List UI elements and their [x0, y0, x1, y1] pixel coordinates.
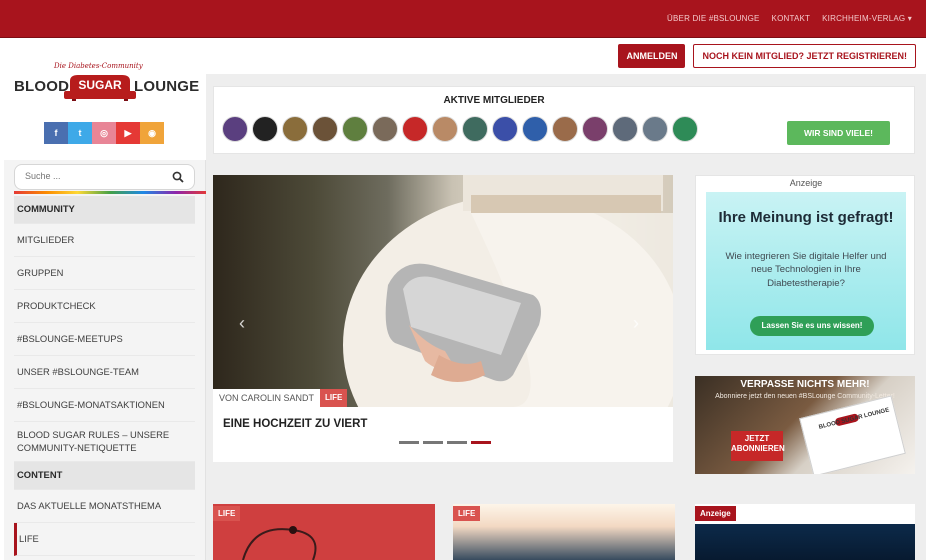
auth-buttons: ANMELDEN NOCH KEIN MITGLIED? JETZT REGIS…	[618, 44, 916, 68]
avatar[interactable]	[372, 116, 398, 142]
ad-survey-button[interactable]: Lassen Sie es uns wissen!	[750, 316, 874, 336]
avatar[interactable]	[222, 116, 248, 142]
slider-prev-arrow[interactable]: ‹	[239, 313, 255, 333]
slide-author[interactable]: VON CAROLIN SANDT	[213, 389, 321, 407]
avatar[interactable]	[672, 116, 698, 142]
slider-next-arrow[interactable]: ›	[633, 313, 649, 333]
rss-icon[interactable]: ◉	[140, 122, 164, 144]
search-box	[14, 164, 195, 190]
newsletter-card-image: BLOOD SUGAR LOUNGE	[799, 395, 906, 474]
ad-badge: Anzeige	[695, 506, 736, 521]
slide-category-badge[interactable]: LIFE	[320, 389, 348, 407]
avatar[interactable]	[252, 116, 278, 142]
sidebar-item-productcheck[interactable]: PRODUKTCHECK	[14, 290, 195, 323]
top-link-contact[interactable]: KONTAKT	[772, 14, 811, 23]
slider-dot[interactable]	[423, 441, 443, 444]
sidebar-section-content: CONTENT	[14, 462, 195, 490]
slide-image[interactable]: ‹ ›	[213, 175, 673, 407]
register-button[interactable]: NOCH KEIN MITGLIED? JETZT REGISTRIEREN!	[693, 44, 916, 68]
slide-meta: VON CAROLIN SANDT LIFE	[213, 389, 348, 407]
article-category-badge[interactable]: LIFE	[453, 506, 481, 521]
search-icon[interactable]	[172, 171, 184, 183]
logo-tagline: Die Diabetes-Community	[54, 62, 143, 70]
wedding-dress-illustration	[343, 175, 673, 407]
member-avatars	[222, 116, 698, 142]
article-card[interactable]: LIFE	[453, 504, 675, 560]
ad-survey: Anzeige Ihre Meinung ist gefragt! Wie in…	[695, 175, 915, 355]
login-button[interactable]: ANMELDEN	[618, 44, 686, 68]
ad-survey-banner[interactable]: Ihre Meinung ist gefragt! Wie integriere…	[706, 192, 906, 350]
rainbow-divider	[14, 191, 207, 194]
sidebar-item-netiquette[interactable]: BLOOD SUGAR RULES – UNSERE COMMUNITY-NET…	[14, 422, 195, 462]
instagram-icon[interactable]: ◎	[92, 122, 116, 144]
members-title: AKTIVE MITGLIEDER	[443, 95, 545, 106]
sidebar: COMMUNITY MITGLIEDER GRUPPEN PRODUKTCHEC…	[4, 160, 207, 560]
cable-illustration	[242, 526, 317, 560]
sidebar-item-life[interactable]: LIFE	[14, 523, 195, 556]
slide-title[interactable]: EINE HOCHZEIT ZU VIERT	[223, 418, 367, 430]
newsletter-card-text: BLOOD SUGAR LOUNGE	[818, 407, 890, 431]
twitter-icon[interactable]: t	[68, 122, 92, 144]
search-input[interactable]	[25, 171, 165, 181]
featured-slider: ‹ › VON CAROLIN SANDT LIFE EINE HOCHZEIT…	[213, 175, 673, 462]
facebook-icon[interactable]: f	[44, 122, 68, 144]
avatar[interactable]	[432, 116, 458, 142]
logo-word-lounge: LOUNGE	[134, 78, 200, 95]
ad-card[interactable]: Anzeige	[695, 504, 915, 560]
avatar[interactable]	[312, 116, 338, 142]
all-members-button[interactable]: WIR SIND VIELE!	[787, 121, 890, 145]
top-link-publisher[interactable]: KIRCHHEIM-VERLAG ▾	[822, 14, 912, 23]
avatar[interactable]	[402, 116, 428, 142]
avatar[interactable]	[492, 116, 518, 142]
slider-dot[interactable]	[447, 441, 467, 444]
youtube-icon[interactable]: ▶	[116, 122, 140, 144]
top-bar: ÜBER DIE #BSLOUNGE KONTAKT KIRCHHEIM-VER…	[0, 0, 926, 38]
logo-word-blood: BLOOD	[14, 78, 70, 95]
avatar[interactable]	[462, 116, 488, 142]
ad-label: Anzeige	[789, 178, 823, 188]
ad-card-image	[695, 524, 915, 560]
social-links: f t ◎ ▶ ◉	[44, 122, 164, 144]
top-links: ÜBER DIE #BSLOUNGE KONTAKT KIRCHHEIM-VER…	[667, 14, 912, 23]
sidebar-item-monthly-actions[interactable]: #BSLOUNGE-MONATSAKTIONEN	[14, 389, 195, 422]
avatar[interactable]	[582, 116, 608, 142]
slider-dot-active[interactable]	[471, 441, 491, 444]
ad-survey-headline: Ihre Meinung ist gefragt!	[718, 209, 894, 226]
ad-survey-text: Wie integrieren Sie digitale Helfer und …	[725, 251, 887, 289]
sidebar-item-meetups[interactable]: #BSLOUNGE-MEETUPS	[14, 323, 195, 356]
sidebar-section-community: COMMUNITY	[14, 196, 195, 224]
site-logo[interactable]: Die Diabetes-Community BLOOD SUGAR LOUNG…	[8, 58, 200, 120]
sidebar-item-monthly-topic[interactable]: DAS AKTUELLE MONATSTHEMA	[14, 490, 195, 523]
avatar[interactable]	[552, 116, 578, 142]
newsletter-headline: VERPASSE NICHTS MEHR!	[740, 379, 870, 390]
slider-dot[interactable]	[399, 441, 419, 444]
active-members-panel: AKTIVE MITGLIEDER WIR SIND VIELE!	[213, 86, 915, 154]
avatar[interactable]	[282, 116, 308, 142]
avatar[interactable]	[342, 116, 368, 142]
sidebar-item-team[interactable]: UNSER #BSLOUNGE-TEAM	[14, 356, 195, 389]
article-card[interactable]: LIFE	[213, 504, 435, 560]
slider-dots	[399, 441, 491, 444]
newsletter-banner[interactable]: VERPASSE NICHTS MEHR! Abonniere jetzt de…	[695, 376, 915, 474]
subscribe-button[interactable]: JETZT ABONNIEREN	[731, 431, 785, 461]
sidebar-menu: COMMUNITY MITGLIEDER GRUPPEN PRODUKTCHEC…	[14, 196, 195, 556]
top-link-about[interactable]: ÜBER DIE #BSLOUNGE	[667, 14, 760, 23]
sidebar-item-groups[interactable]: GRUPPEN	[14, 257, 195, 290]
avatar[interactable]	[612, 116, 638, 142]
logo-word-sugar: SUGAR	[78, 78, 122, 92]
sidebar-item-members[interactable]: MITGLIEDER	[14, 224, 195, 257]
avatar[interactable]	[642, 116, 668, 142]
avatar[interactable]	[522, 116, 548, 142]
